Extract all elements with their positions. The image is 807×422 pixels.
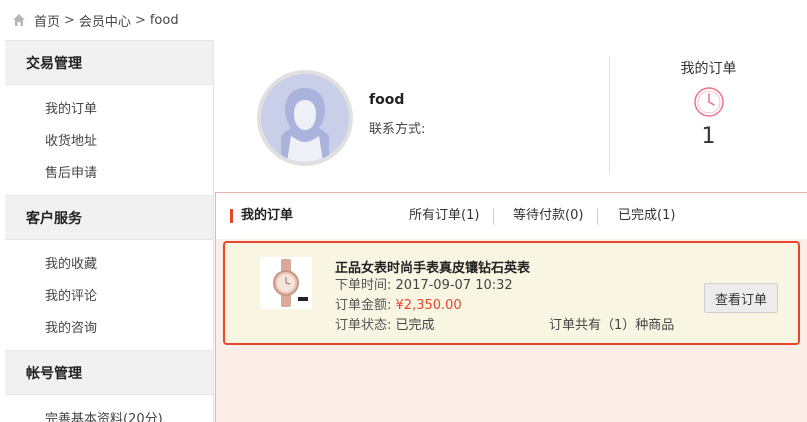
sidebar-group-trade: 我的订单 收货地址 售后申请 (5, 85, 213, 195)
breadcrumb-current: food (149, 12, 179, 28)
order-status-row: 订单状态: 已完成 (335, 314, 435, 333)
sidebar-item-complete-profile[interactable]: 完善基本资料(20分) (5, 401, 213, 422)
sidebar: 交易管理 我的订单 收货地址 售后申请 客户服务 我的收藏 我的评论 我的咨询 … (5, 40, 214, 422)
orders-summary[interactable]: 我的订单 1 (610, 56, 807, 174)
order-time-label: 下单时间: (335, 278, 392, 293)
clock-icon (693, 87, 724, 117)
breadcrumb: 首页 > 会员中心 > food (12, 10, 179, 30)
avatar[interactable] (257, 70, 353, 166)
sidebar-group-title-trade: 交易管理 (5, 40, 213, 85)
tab-completed[interactable]: 已完成(1) (618, 209, 675, 223)
sidebar-group-account: 完善基本资料(20分) (5, 395, 213, 422)
breadcrumb-home[interactable]: 首页 (34, 11, 60, 30)
tab-all-orders[interactable]: 所有订单(1) (409, 209, 479, 223)
orders-panel-title: 我的订单 (230, 209, 293, 223)
sidebar-item-favorites[interactable]: 我的收藏 (5, 246, 213, 278)
order-time-value: 2017-09-07 10:32 (395, 278, 513, 293)
breadcrumb-separator: > (134, 12, 146, 28)
orders-count: 1 (701, 124, 716, 149)
order-card: 正品女表时尚手表真皮镶钻石英表 下单时间: 2017-09-07 10:32 订… (223, 241, 800, 345)
order-amount-row: 订单金额: ¥2,350.00 (335, 294, 462, 313)
watch-icon (260, 257, 312, 309)
orders-header: 我的订单 所有订单(1) 等待付款(0) 已完成(1) (216, 193, 807, 239)
home-icon[interactable] (12, 13, 26, 27)
order-status-value: 已完成 (395, 318, 435, 333)
breadcrumb-member-center[interactable]: 会员中心 (79, 11, 131, 30)
sidebar-group-title-service: 客户服务 (5, 195, 213, 240)
breadcrumb-separator: > (64, 12, 75, 28)
user-silhouette-icon (261, 74, 349, 162)
tab-separator (493, 209, 494, 225)
username: food (369, 92, 405, 108)
sidebar-item-inquiries[interactable]: 我的咨询 (5, 310, 213, 342)
product-image[interactable] (260, 257, 312, 309)
profile-panel: food 联系方式: 我的订单 1 (215, 40, 807, 190)
tab-separator (597, 209, 598, 225)
order-status-label: 订单状态: (335, 318, 392, 333)
sidebar-item-reviews[interactable]: 我的评论 (5, 278, 213, 310)
sidebar-item-after-sales[interactable]: 售后申请 (5, 155, 213, 187)
order-time-row: 下单时间: 2017-09-07 10:32 (335, 274, 513, 293)
order-item-count: 订单共有（1）种商品 (549, 318, 675, 333)
order-amount-value: ¥2,350.00 (395, 298, 462, 313)
contact-label: 联系方式: (369, 122, 426, 137)
sidebar-group-service: 我的收藏 我的评论 我的咨询 (5, 240, 213, 350)
tab-pending-payment[interactable]: 等待付款(0) (513, 209, 583, 223)
order-amount-label: 订单金额: (335, 298, 392, 313)
view-order-button[interactable]: 查看订单 (704, 283, 778, 313)
sidebar-group-title-account: 帐号管理 (5, 350, 213, 395)
orders-summary-title: 我的订单 (680, 61, 737, 77)
orders-panel: 我的订单 所有订单(1) 等待付款(0) 已完成(1) 正品女表时尚手表真皮镶钻… (215, 192, 807, 422)
sidebar-item-shipping-address[interactable]: 收货地址 (5, 123, 213, 155)
sidebar-item-my-orders[interactable]: 我的订单 (5, 91, 213, 123)
